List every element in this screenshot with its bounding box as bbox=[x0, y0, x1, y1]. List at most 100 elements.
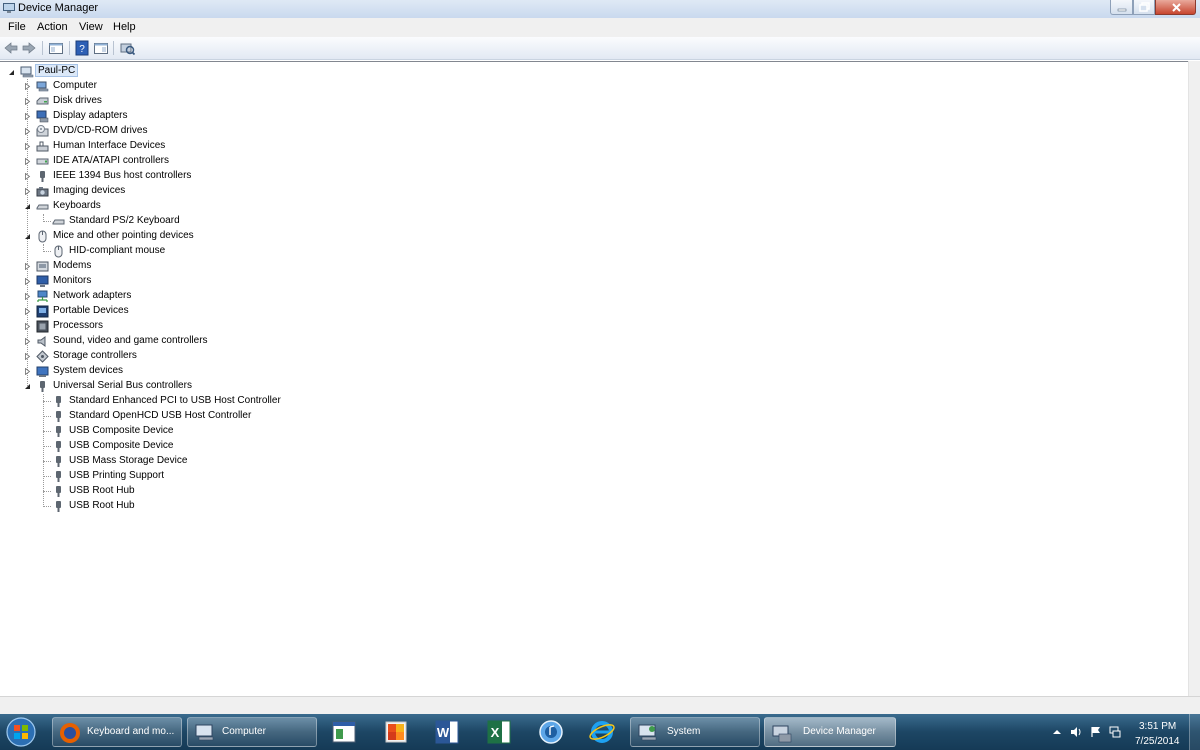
tree-root[interactable]: Paul-PC bbox=[0, 64, 300, 79]
speaker-icon bbox=[37, 336, 46, 347]
device-tree[interactable]: Paul-PC Computer Disk drives Display ada… bbox=[0, 61, 1188, 697]
expand-arrow-icon[interactable] bbox=[24, 323, 31, 330]
expand-arrow-icon[interactable] bbox=[24, 308, 31, 315]
expand-arrow-icon[interactable] bbox=[24, 188, 31, 195]
show-hidden-icons-icon[interactable] bbox=[1051, 726, 1063, 738]
tree-category-label: Storage controllers bbox=[53, 350, 137, 361]
close-button[interactable] bbox=[1155, 0, 1196, 15]
usb-icon bbox=[56, 501, 61, 512]
toolbar-separator bbox=[69, 41, 70, 55]
collapse-arrow-icon[interactable] bbox=[24, 383, 31, 390]
expand-arrow-icon[interactable] bbox=[24, 83, 31, 90]
hid-icon bbox=[36, 141, 49, 152]
back-arrow-icon[interactable] bbox=[3, 40, 19, 56]
volume-icon[interactable] bbox=[1070, 726, 1082, 738]
tree-category-storage-controllers[interactable]: Storage controllers bbox=[0, 349, 300, 364]
tree-category-mice[interactable]: Mice and other pointing devices bbox=[0, 229, 300, 244]
tree-category-label: IEEE 1394 Bus host controllers bbox=[53, 170, 192, 181]
expand-arrow-icon[interactable] bbox=[24, 98, 31, 105]
tree-device-item[interactable]: USB Composite Device bbox=[0, 424, 320, 439]
word-icon[interactable]: W bbox=[433, 718, 461, 746]
action-center-flag-icon[interactable] bbox=[1090, 726, 1102, 738]
tree-category-disk-drives[interactable]: Disk drives bbox=[0, 94, 300, 109]
tree-device-item[interactable]: USB Root Hub bbox=[0, 484, 320, 499]
expand-arrow-icon[interactable] bbox=[24, 368, 31, 375]
task-label: Computer bbox=[222, 726, 266, 737]
clock-time[interactable]: 3:51 PM bbox=[1139, 721, 1176, 732]
scan-hardware-icon[interactable] bbox=[119, 40, 135, 56]
tree-category-usb-controllers[interactable]: Universal Serial Bus controllers bbox=[0, 379, 300, 394]
title-bar[interactable]: Device Manager bbox=[0, 0, 1200, 19]
tree-device-item[interactable]: Standard OpenHCD USB Host Controller bbox=[0, 409, 320, 424]
window-title: Device Manager bbox=[18, 2, 99, 14]
tree-category-computer[interactable]: Computer bbox=[0, 79, 300, 94]
tree-category-display-adapters[interactable]: Display adapters bbox=[0, 109, 300, 124]
tree-category-ieee-1394-bus-host-controllers[interactable]: IEEE 1394 Bus host controllers bbox=[0, 169, 300, 184]
camera-icon bbox=[36, 187, 49, 197]
maximize-button[interactable] bbox=[1133, 0, 1155, 15]
expand-arrow-icon[interactable] bbox=[24, 278, 31, 285]
taskbar-task-device-manager[interactable]: Device Manager bbox=[764, 717, 896, 747]
expand-arrow-icon[interactable] bbox=[24, 353, 31, 360]
expand-arrow-icon[interactable] bbox=[24, 143, 31, 150]
ieee1394-icon bbox=[40, 171, 45, 182]
tree-category-monitors[interactable]: Monitors bbox=[0, 274, 300, 289]
tree-device-item[interactable]: Standard Enhanced PCI to USB Host Contro… bbox=[0, 394, 320, 409]
start-button[interactable] bbox=[4, 716, 38, 748]
properties-icon[interactable] bbox=[93, 40, 109, 56]
tree-category-keyboards[interactable]: Keyboards bbox=[0, 199, 300, 214]
tree-device-item[interactable]: Standard PS/2 Keyboard bbox=[0, 214, 300, 229]
status-bar bbox=[0, 696, 1200, 715]
itunes-icon[interactable] bbox=[537, 718, 565, 746]
show-hide-tree-icon[interactable] bbox=[48, 40, 64, 56]
collapse-arrow-icon[interactable] bbox=[24, 233, 31, 240]
forward-arrow-icon[interactable] bbox=[21, 40, 37, 56]
tree-device-item[interactable]: USB Mass Storage Device bbox=[0, 454, 320, 469]
tree-category-imaging-devices[interactable]: Imaging devices bbox=[0, 184, 300, 199]
tree-category-label: DVD/CD-ROM drives bbox=[53, 125, 148, 136]
collapse-arrow-icon[interactable] bbox=[8, 69, 15, 76]
tree-category-modems[interactable]: Modems bbox=[0, 259, 300, 274]
usb-icon bbox=[56, 456, 61, 467]
menu-action[interactable]: Action bbox=[37, 21, 68, 33]
tree-category-portable-devices[interactable]: Portable Devices bbox=[0, 304, 300, 319]
restore-icon bbox=[1139, 2, 1150, 12]
expand-arrow-icon[interactable] bbox=[24, 113, 31, 120]
menu-help[interactable]: Help bbox=[113, 21, 136, 33]
network-icon[interactable] bbox=[1109, 726, 1121, 738]
menu-view[interactable]: View bbox=[79, 21, 103, 33]
help-icon[interactable]: ? bbox=[74, 40, 90, 56]
tree-device-item[interactable]: HID-compliant mouse bbox=[0, 244, 300, 259]
tree-category-network-adapters[interactable]: Network adapters bbox=[0, 289, 300, 304]
show-desktop-button[interactable] bbox=[1189, 714, 1200, 750]
excel-icon[interactable]: X bbox=[485, 718, 513, 746]
tree-category-system-devices[interactable]: System devices bbox=[0, 364, 300, 379]
vertical-scrollbar[interactable] bbox=[1188, 61, 1200, 696]
tree-device-label: Standard Enhanced PCI to USB Host Contro… bbox=[69, 395, 281, 406]
expand-arrow-icon[interactable] bbox=[24, 128, 31, 135]
tree-device-label: USB Mass Storage Device bbox=[69, 455, 188, 466]
expand-arrow-icon[interactable] bbox=[24, 158, 31, 165]
internet-explorer-icon[interactable] bbox=[588, 718, 616, 746]
taskbar-task-computer[interactable]: Computer bbox=[187, 717, 317, 747]
expand-arrow-icon[interactable] bbox=[24, 173, 31, 180]
clock-date[interactable]: 7/25/2014 bbox=[1135, 736, 1180, 747]
menu-file[interactable]: File bbox=[8, 21, 26, 33]
taskbar-task-system[interactable]: System bbox=[630, 717, 760, 747]
tree-device-item[interactable]: USB Composite Device bbox=[0, 439, 320, 454]
expand-arrow-icon[interactable] bbox=[24, 263, 31, 270]
tree-device-item[interactable]: USB Root Hub bbox=[0, 499, 320, 514]
expand-arrow-icon[interactable] bbox=[24, 338, 31, 345]
collapse-arrow-icon[interactable] bbox=[24, 203, 31, 210]
expand-arrow-icon[interactable] bbox=[24, 293, 31, 300]
tree-category-sound-video-game[interactable]: Sound, video and game controllers bbox=[0, 334, 300, 349]
tree-category-ide-ata-atapi-controllers[interactable]: IDE ATA/ATAPI controllers bbox=[0, 154, 300, 169]
minimize-button[interactable] bbox=[1110, 0, 1133, 15]
tree-category-human-interface-devices[interactable]: Human Interface Devices bbox=[0, 139, 300, 154]
office-icon[interactable] bbox=[382, 718, 410, 746]
window-app-icon[interactable] bbox=[330, 718, 358, 746]
tree-category-dvd-cd-rom-drives[interactable]: DVD/CD-ROM drives bbox=[0, 124, 300, 139]
tree-device-item[interactable]: USB Printing Support bbox=[0, 469, 320, 484]
tree-category-processors[interactable]: Processors bbox=[0, 319, 300, 334]
taskbar-task-firefox[interactable]: Keyboard and mo... bbox=[52, 717, 182, 747]
